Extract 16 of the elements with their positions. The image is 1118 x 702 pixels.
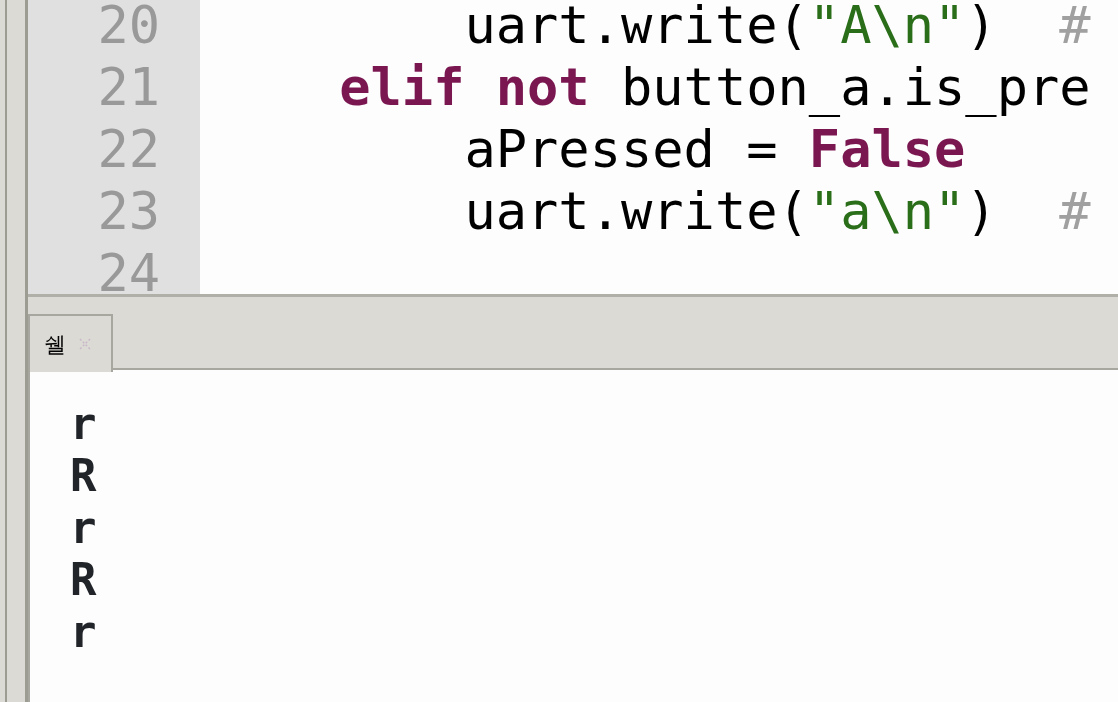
line-number: 20 (97, 0, 160, 55)
line-number: 21 (97, 57, 160, 117)
shell-tab[interactable]: 쉘 (44, 327, 66, 361)
shell-output-line: r (70, 606, 97, 657)
shell-output-line: r (70, 398, 97, 449)
shell-output-line: R (70, 554, 97, 605)
shell-output-line: R (70, 450, 97, 501)
line-number: 24 (97, 243, 160, 294)
line-number: 22 (97, 119, 160, 179)
close-icon[interactable] (78, 337, 92, 351)
code-line: aPressed = False (463, 119, 966, 179)
line-number: 23 (97, 181, 160, 241)
code-line: uart.write("a\n") # (463, 181, 1091, 241)
shell-output-line: r (70, 502, 97, 553)
code-line: uart.write("A\n") # (463, 0, 1091, 55)
code-line: elif not button_a.is_pre (338, 57, 1091, 117)
